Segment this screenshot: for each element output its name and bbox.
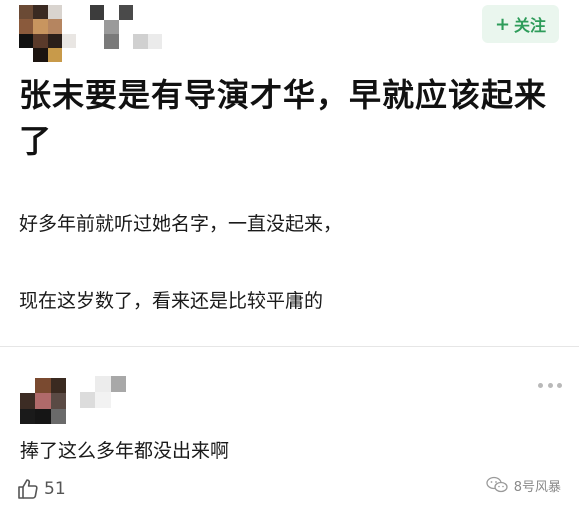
like-button[interactable]: 51 [16, 476, 66, 502]
watermark: 8号风暴 [486, 474, 561, 496]
post-paragraph: 好多年前就听过她名字，一直没起来， [19, 213, 343, 235]
follow-label: 关注 [514, 16, 547, 35]
post-title: 张末要是有导演才华，早就应该起来了 [19, 76, 548, 160]
comments-divider [0, 346, 579, 347]
wechat-logo-icon [486, 476, 508, 493]
thumbs-up-icon [18, 479, 38, 499]
author-name-redacted[interactable] [90, 5, 162, 49]
follow-button[interactable]: + 关注 [482, 5, 559, 43]
author-avatar[interactable] [19, 5, 76, 62]
post-paragraph: 现在这岁数了，看来还是比较平庸的 [19, 290, 324, 312]
watermark-text: 8号风暴 [513, 479, 561, 495]
commenter-avatar[interactable] [20, 378, 66, 424]
more-dots-icon[interactable] [538, 378, 562, 392]
plus-icon: + [494, 13, 511, 35]
comment-text: 捧了这么多年都没出来啊 [20, 440, 230, 462]
commenter-name-redacted[interactable] [80, 376, 126, 408]
like-count: 51 [44, 479, 66, 499]
